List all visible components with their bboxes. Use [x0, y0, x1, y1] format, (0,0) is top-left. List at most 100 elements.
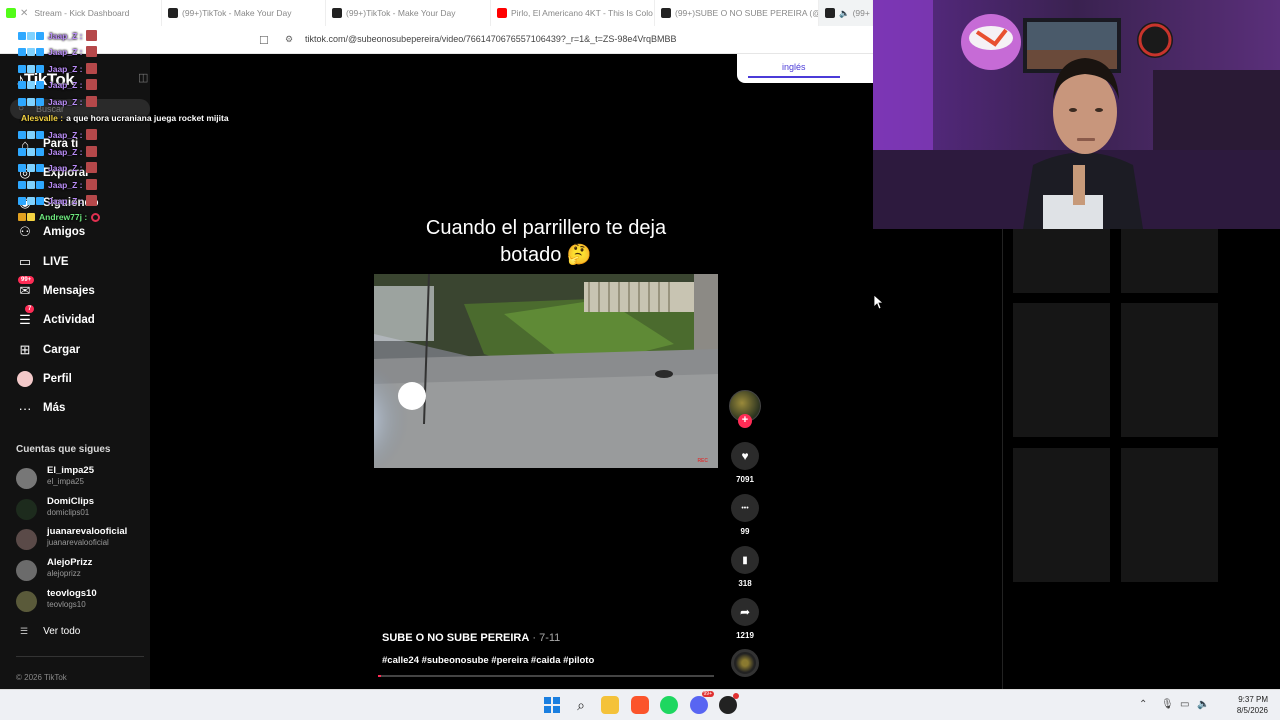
clock-date: 8/5/2026	[1236, 706, 1268, 715]
avatar	[16, 529, 37, 550]
chat-emote	[85, 79, 97, 90]
microphone-icon[interactable]: 🎙	[1161, 699, 1174, 710]
video-hashtags[interactable]: #calle24 #subeonosube #pereira #caida #p…	[382, 655, 594, 666]
following-account[interactable]: El_impa25 el_impa25	[16, 465, 156, 491]
see-all-button[interactable]: ☰ Ver todo	[20, 626, 80, 637]
messages-icon: ✉ 99+	[16, 276, 35, 300]
system-clock[interactable]: 9:37 PM 8/5/2026	[1237, 694, 1268, 716]
clock-time: 9:37 PM	[1238, 695, 1268, 704]
nav-perfil[interactable]: Perfil	[16, 368, 72, 390]
search-icon[interactable]: ⌕	[572, 696, 590, 714]
webcam-feed-image	[873, 0, 1280, 229]
chat-emote	[85, 46, 97, 57]
following-account[interactable]: AlejoPrizz alejoprizz	[16, 557, 156, 583]
browser-tab[interactable]: (99+)TikTok - Make Your Day	[162, 0, 326, 26]
video-author[interactable]: SUBE O NO SUBE PEREIRA · 7-11	[382, 632, 560, 644]
browser-tab[interactable]: (99+)TikTok - Make Your Day	[326, 0, 491, 26]
browser-tab[interactable]: (99+)SUBE O NO SUBE PEREIRA (@s	[655, 0, 819, 26]
chat-emote	[85, 162, 97, 173]
chat-badges	[18, 47, 45, 56]
video-thumbnail[interactable]	[1013, 448, 1110, 582]
windows-start-icon[interactable]	[543, 696, 561, 714]
comment-count: 99	[740, 527, 750, 536]
video-thumbnail[interactable]	[1121, 303, 1218, 437]
chevron-up-icon[interactable]: ⌃	[1139, 699, 1147, 710]
chat-emote	[85, 63, 97, 74]
tab-title: Pirlo, El Americano 4KT - This Is Colo	[511, 8, 653, 18]
chat-badges	[18, 163, 45, 172]
upload-icon: ⊞	[19, 342, 31, 357]
copyright: © 2026 TikTok	[16, 673, 67, 682]
music-disc-icon[interactable]	[731, 649, 759, 677]
brave-browser-icon[interactable]	[631, 696, 649, 714]
tab-title: (99+)TikTok - Make Your Day	[182, 8, 292, 18]
tab-title: (99+	[852, 8, 870, 18]
following-account[interactable]: juanarevalooficial juanarevalooficial	[16, 526, 156, 552]
video-player[interactable]: REC	[374, 274, 718, 468]
volume-icon[interactable]: 🔈	[1197, 699, 1209, 710]
chat-emote	[91, 212, 101, 222]
nav-mas[interactable]: ··· Más	[16, 397, 66, 419]
following-section-title: Cuentas que sigues	[16, 444, 111, 455]
chat-emote	[85, 96, 97, 107]
avatar	[16, 468, 37, 489]
tab-title: (99+)SUBE O NO SUBE PEREIRA (@s	[675, 8, 819, 18]
nav-amigos[interactable]: ⚇ Amigos	[16, 221, 85, 243]
browser-tab-active[interactable]: 🔈 (99+	[819, 0, 873, 26]
chat-emote	[85, 179, 97, 190]
tiktok-icon	[825, 8, 835, 18]
video-thumbnail[interactable]	[1121, 448, 1218, 582]
bookmark-icon: ▮	[731, 546, 759, 574]
save-button[interactable]: ▮ 318	[731, 546, 759, 588]
nav-cargar[interactable]: ⊞ Cargar	[16, 339, 81, 361]
tab-title: (99+)TikTok - Make Your Day	[346, 8, 456, 18]
chat-badges	[18, 213, 36, 221]
chat-emote	[85, 30, 97, 41]
video-thumbnail[interactable]	[1013, 303, 1110, 437]
bookmark-star-icon[interactable]: ☐	[259, 34, 269, 47]
comment-icon: •••	[731, 494, 759, 522]
nav-live[interactable]: ▭ LIVE	[16, 251, 69, 273]
tab-underline	[748, 76, 840, 78]
activity-badge: 7	[25, 305, 35, 313]
chat-emote	[85, 146, 97, 157]
video-thumbnail[interactable]	[1121, 229, 1218, 293]
heart-icon: ♥	[731, 442, 759, 470]
following-account[interactable]: DomiClips domiclips01	[16, 496, 156, 522]
spotify-icon[interactable]	[660, 696, 678, 714]
chat-message: Jaap_Z :	[18, 195, 97, 206]
like-button[interactable]: ♥ 7091	[731, 442, 759, 484]
file-explorer-icon[interactable]	[601, 696, 619, 714]
webcam-overlay	[873, 0, 1280, 229]
chat-message: Jaap_Z :	[18, 162, 97, 173]
mouse-cursor-icon	[874, 295, 884, 309]
video-thumbnail[interactable]	[1013, 229, 1110, 293]
url-field[interactable]: tiktok.com/@subeonosubepereira/video/766…	[305, 34, 677, 44]
address-bar: ☐ ⚙ tiktok.com/@subeonosubepereira/video…	[0, 26, 873, 54]
chat-message: Andrew77j :	[18, 212, 101, 222]
browser-tab-bar: ✕ Stream - Kick Dashboard (99+)TikTok - …	[0, 0, 873, 26]
following-account[interactable]: teovlogs10 teovlogs10	[16, 588, 156, 614]
chat-message: Jaap_Z :	[18, 63, 97, 74]
nav-actividad[interactable]: ☰ 7 Actividad	[16, 305, 95, 331]
follow-button[interactable]: +	[738, 414, 752, 428]
chat-badges	[18, 196, 45, 205]
avatar	[16, 499, 37, 520]
discord-icon[interactable]: 99+	[690, 691, 714, 714]
site-info-icon[interactable]: ⚙	[285, 34, 293, 45]
tab-ingles[interactable]: inglés	[782, 62, 806, 72]
collapse-sidebar-icon[interactable]: ◫	[138, 71, 148, 84]
obs-icon[interactable]	[719, 693, 739, 714]
chat-message: Jaap_Z :	[18, 129, 97, 140]
avatar	[16, 560, 37, 581]
chat-message: Jaap_Z :	[18, 79, 97, 90]
comment-button[interactable]: ••• 99	[731, 494, 759, 536]
browser-tab[interactable]: ✕ Stream - Kick Dashboard	[0, 0, 162, 26]
video-progress-fill	[378, 675, 382, 677]
nav-mensajes[interactable]: ✉ 99+ Mensajes	[16, 276, 95, 302]
share-button[interactable]: ➦ 1219	[731, 598, 759, 640]
chat-message: Jaap_Z :	[18, 30, 97, 41]
video-progress-bar[interactable]	[378, 675, 714, 677]
browser-tab[interactable]: Pirlo, El Americano 4KT - This Is Colo	[491, 0, 655, 26]
network-icon[interactable]: ▭	[1180, 699, 1189, 710]
